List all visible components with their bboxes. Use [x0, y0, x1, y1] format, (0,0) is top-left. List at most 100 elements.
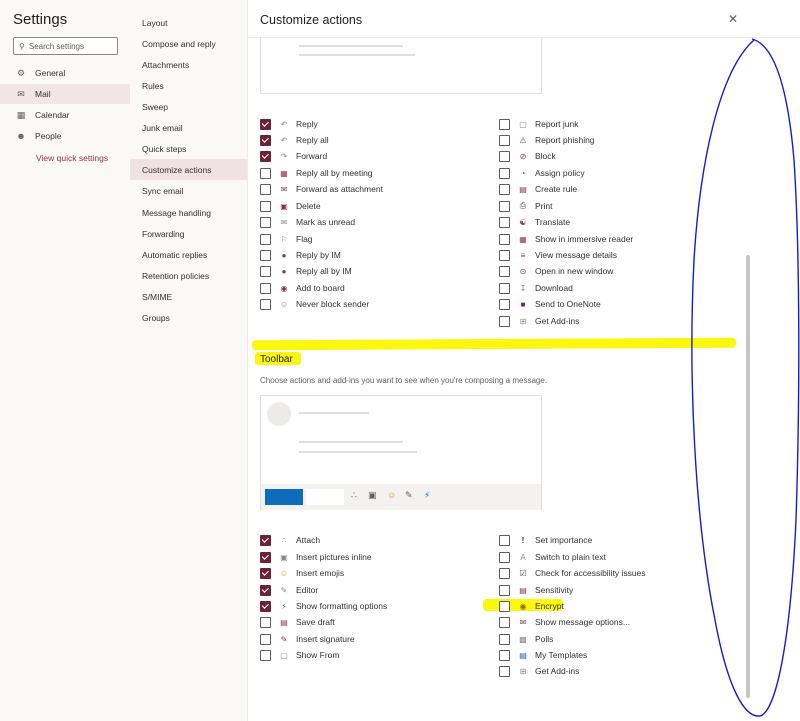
- checkbox[interactable]: [499, 200, 510, 212]
- toolbar-encrypt[interactable]: ◉ Encrypt: [499, 599, 564, 613]
- action-reply-by-im[interactable]: ● Reply by IM: [260, 248, 341, 262]
- checkbox[interactable]: [499, 616, 510, 628]
- checkbox[interactable]: [260, 298, 271, 310]
- checkbox[interactable]: [499, 265, 510, 277]
- subnav-rules[interactable]: Rules: [130, 75, 247, 96]
- search-input[interactable]: ⚲ Search settings: [13, 37, 118, 55]
- checkbox-checked[interactable]: [260, 534, 271, 546]
- checkbox[interactable]: [499, 249, 510, 261]
- checkbox[interactable]: [499, 183, 510, 195]
- subnav-smime[interactable]: S/MIME: [130, 286, 247, 307]
- checkbox[interactable]: [499, 315, 510, 327]
- toolbar-insert-emojis[interactable]: ☺ Insert emojis: [260, 566, 344, 580]
- action-print[interactable]: ⎙ Print: [499, 199, 552, 213]
- checkbox[interactable]: [260, 167, 271, 179]
- close-icon[interactable]: ✕: [728, 12, 738, 26]
- toolbar-my-templates[interactable]: ▤ My Templates: [499, 648, 587, 662]
- checkbox[interactable]: [499, 298, 510, 310]
- action-view-message-details[interactable]: ≡ View message details: [499, 248, 617, 262]
- checkbox-checked[interactable]: [260, 584, 271, 596]
- checkbox-checked[interactable]: [260, 551, 271, 563]
- nav-item-general[interactable]: ⚙ General: [0, 63, 130, 83]
- action-show-in-immersive-reader[interactable]: ▦ Show in immersive reader: [499, 232, 633, 246]
- nav-item-mail[interactable]: ✉ Mail: [0, 84, 130, 104]
- action-flag[interactable]: ⚐ Flag: [260, 232, 313, 246]
- checkbox[interactable]: [499, 665, 510, 677]
- checkbox[interactable]: [499, 633, 510, 645]
- nav-item-people[interactable]: ☻ People: [0, 126, 130, 146]
- checkbox[interactable]: [260, 216, 271, 228]
- toolbar-check-accessibility[interactable]: ☑ Check for accessibility issues: [499, 566, 646, 580]
- action-mark-as-unread[interactable]: ✉ Mark as unread: [260, 215, 355, 229]
- action-reply-all-by-meeting[interactable]: ▦ Reply all by meeting: [260, 166, 373, 180]
- action-get-add-ins[interactable]: ⊞ Get Add-ins: [499, 314, 579, 328]
- action-reply[interactable]: ↶ Reply: [260, 117, 318, 131]
- checkbox[interactable]: [499, 118, 510, 130]
- subnav-sync-email[interactable]: Sync email: [130, 180, 247, 201]
- checkbox[interactable]: [260, 183, 271, 195]
- checkbox-checked[interactable]: [260, 134, 271, 146]
- checkbox[interactable]: [260, 616, 271, 628]
- action-add-to-board[interactable]: ◉ Add to board: [260, 281, 345, 295]
- nav-item-calendar[interactable]: ▦ Calendar: [0, 105, 130, 125]
- action-create-rule[interactable]: ▤ Create rule: [499, 182, 577, 196]
- action-never-block-sender[interactable]: ☺ Never block sender: [260, 297, 369, 311]
- toolbar-show-from[interactable]: ▢ Show From: [260, 648, 339, 662]
- subnav-attachments[interactable]: Attachments: [130, 54, 247, 75]
- checkbox[interactable]: [260, 200, 271, 212]
- checkbox-checked[interactable]: [260, 150, 271, 162]
- subnav-groups[interactable]: Groups: [130, 307, 247, 328]
- action-forward-as-attachment[interactable]: ✉ Forward as attachment: [260, 182, 383, 196]
- toolbar-show-message-options[interactable]: ✉ Show message options...: [499, 615, 630, 629]
- subnav-retention-policies[interactable]: Retention policies: [130, 265, 247, 286]
- action-assign-policy[interactable]: ◔ Assign policy: [499, 166, 585, 180]
- toolbar-set-importance[interactable]: ! Set importance: [499, 533, 592, 547]
- subnav-quick-steps[interactable]: Quick steps: [130, 138, 247, 159]
- scrollbar[interactable]: [746, 255, 750, 698]
- checkbox-checked[interactable]: [260, 118, 271, 130]
- checkbox[interactable]: [260, 265, 271, 277]
- checkbox[interactable]: [499, 584, 510, 596]
- subnav-junk-email[interactable]: Junk email: [130, 117, 247, 138]
- checkbox-checked[interactable]: [260, 600, 271, 612]
- action-delete[interactable]: ▣ Delete: [260, 199, 321, 213]
- checkbox[interactable]: [499, 567, 510, 579]
- checkbox[interactable]: [499, 150, 510, 162]
- checkbox[interactable]: [499, 600, 510, 612]
- checkbox[interactable]: [260, 249, 271, 261]
- action-send-to-onenote[interactable]: ■ Send to OneNote: [499, 297, 601, 311]
- toolbar-polls[interactable]: ▩ Polls: [499, 632, 553, 646]
- action-translate[interactable]: ☯ Translate: [499, 215, 570, 229]
- action-report-phishing[interactable]: ⚠ Report phishing: [499, 133, 595, 147]
- checkbox-checked[interactable]: [260, 567, 271, 579]
- toolbar-sensitivity[interactable]: ▤ Sensitivity: [499, 583, 573, 597]
- toolbar-switch-to-plain-text[interactable]: A Switch to plain text: [499, 550, 606, 564]
- checkbox[interactable]: [260, 282, 271, 294]
- checkbox[interactable]: [499, 649, 510, 661]
- subnav-sweep[interactable]: Sweep: [130, 96, 247, 117]
- subnav-forwarding[interactable]: Forwarding: [130, 223, 247, 244]
- checkbox[interactable]: [499, 282, 510, 294]
- toolbar-save-draft[interactable]: ▤ Save draft: [260, 615, 335, 629]
- action-reply-all-by-im[interactable]: ● Reply all by IM: [260, 264, 352, 278]
- action-report-junk[interactable]: ▢ Report junk: [499, 117, 578, 131]
- action-block[interactable]: ⊘ Block: [499, 149, 556, 163]
- subnav-customize-actions[interactable]: Customize actions: [130, 159, 247, 180]
- checkbox[interactable]: [499, 216, 510, 228]
- checkbox[interactable]: [499, 551, 510, 563]
- toolbar-insert-signature[interactable]: ✎ Insert signature: [260, 632, 355, 646]
- subnav-automatic-replies[interactable]: Automatic replies: [130, 244, 247, 265]
- action-reply-all[interactable]: ↶ Reply all: [260, 133, 329, 147]
- subnav-compose-and-reply[interactable]: Compose and reply: [130, 33, 247, 54]
- checkbox[interactable]: [499, 534, 510, 546]
- checkbox[interactable]: [260, 233, 271, 245]
- checkbox[interactable]: [499, 134, 510, 146]
- subnav-layout[interactable]: Layout: [130, 12, 247, 33]
- checkbox[interactable]: [260, 633, 271, 645]
- action-forward[interactable]: ↷ Forward: [260, 149, 327, 163]
- action-open-in-new-window[interactable]: ⊙ Open in new window: [499, 264, 613, 278]
- toolbar-editor[interactable]: ✎ Editor: [260, 583, 318, 597]
- checkbox[interactable]: [499, 233, 510, 245]
- toolbar-show-formatting-options[interactable]: ⚡ Show formatting options: [260, 599, 387, 613]
- toolbar-attach[interactable]: ∴ Attach: [260, 533, 320, 547]
